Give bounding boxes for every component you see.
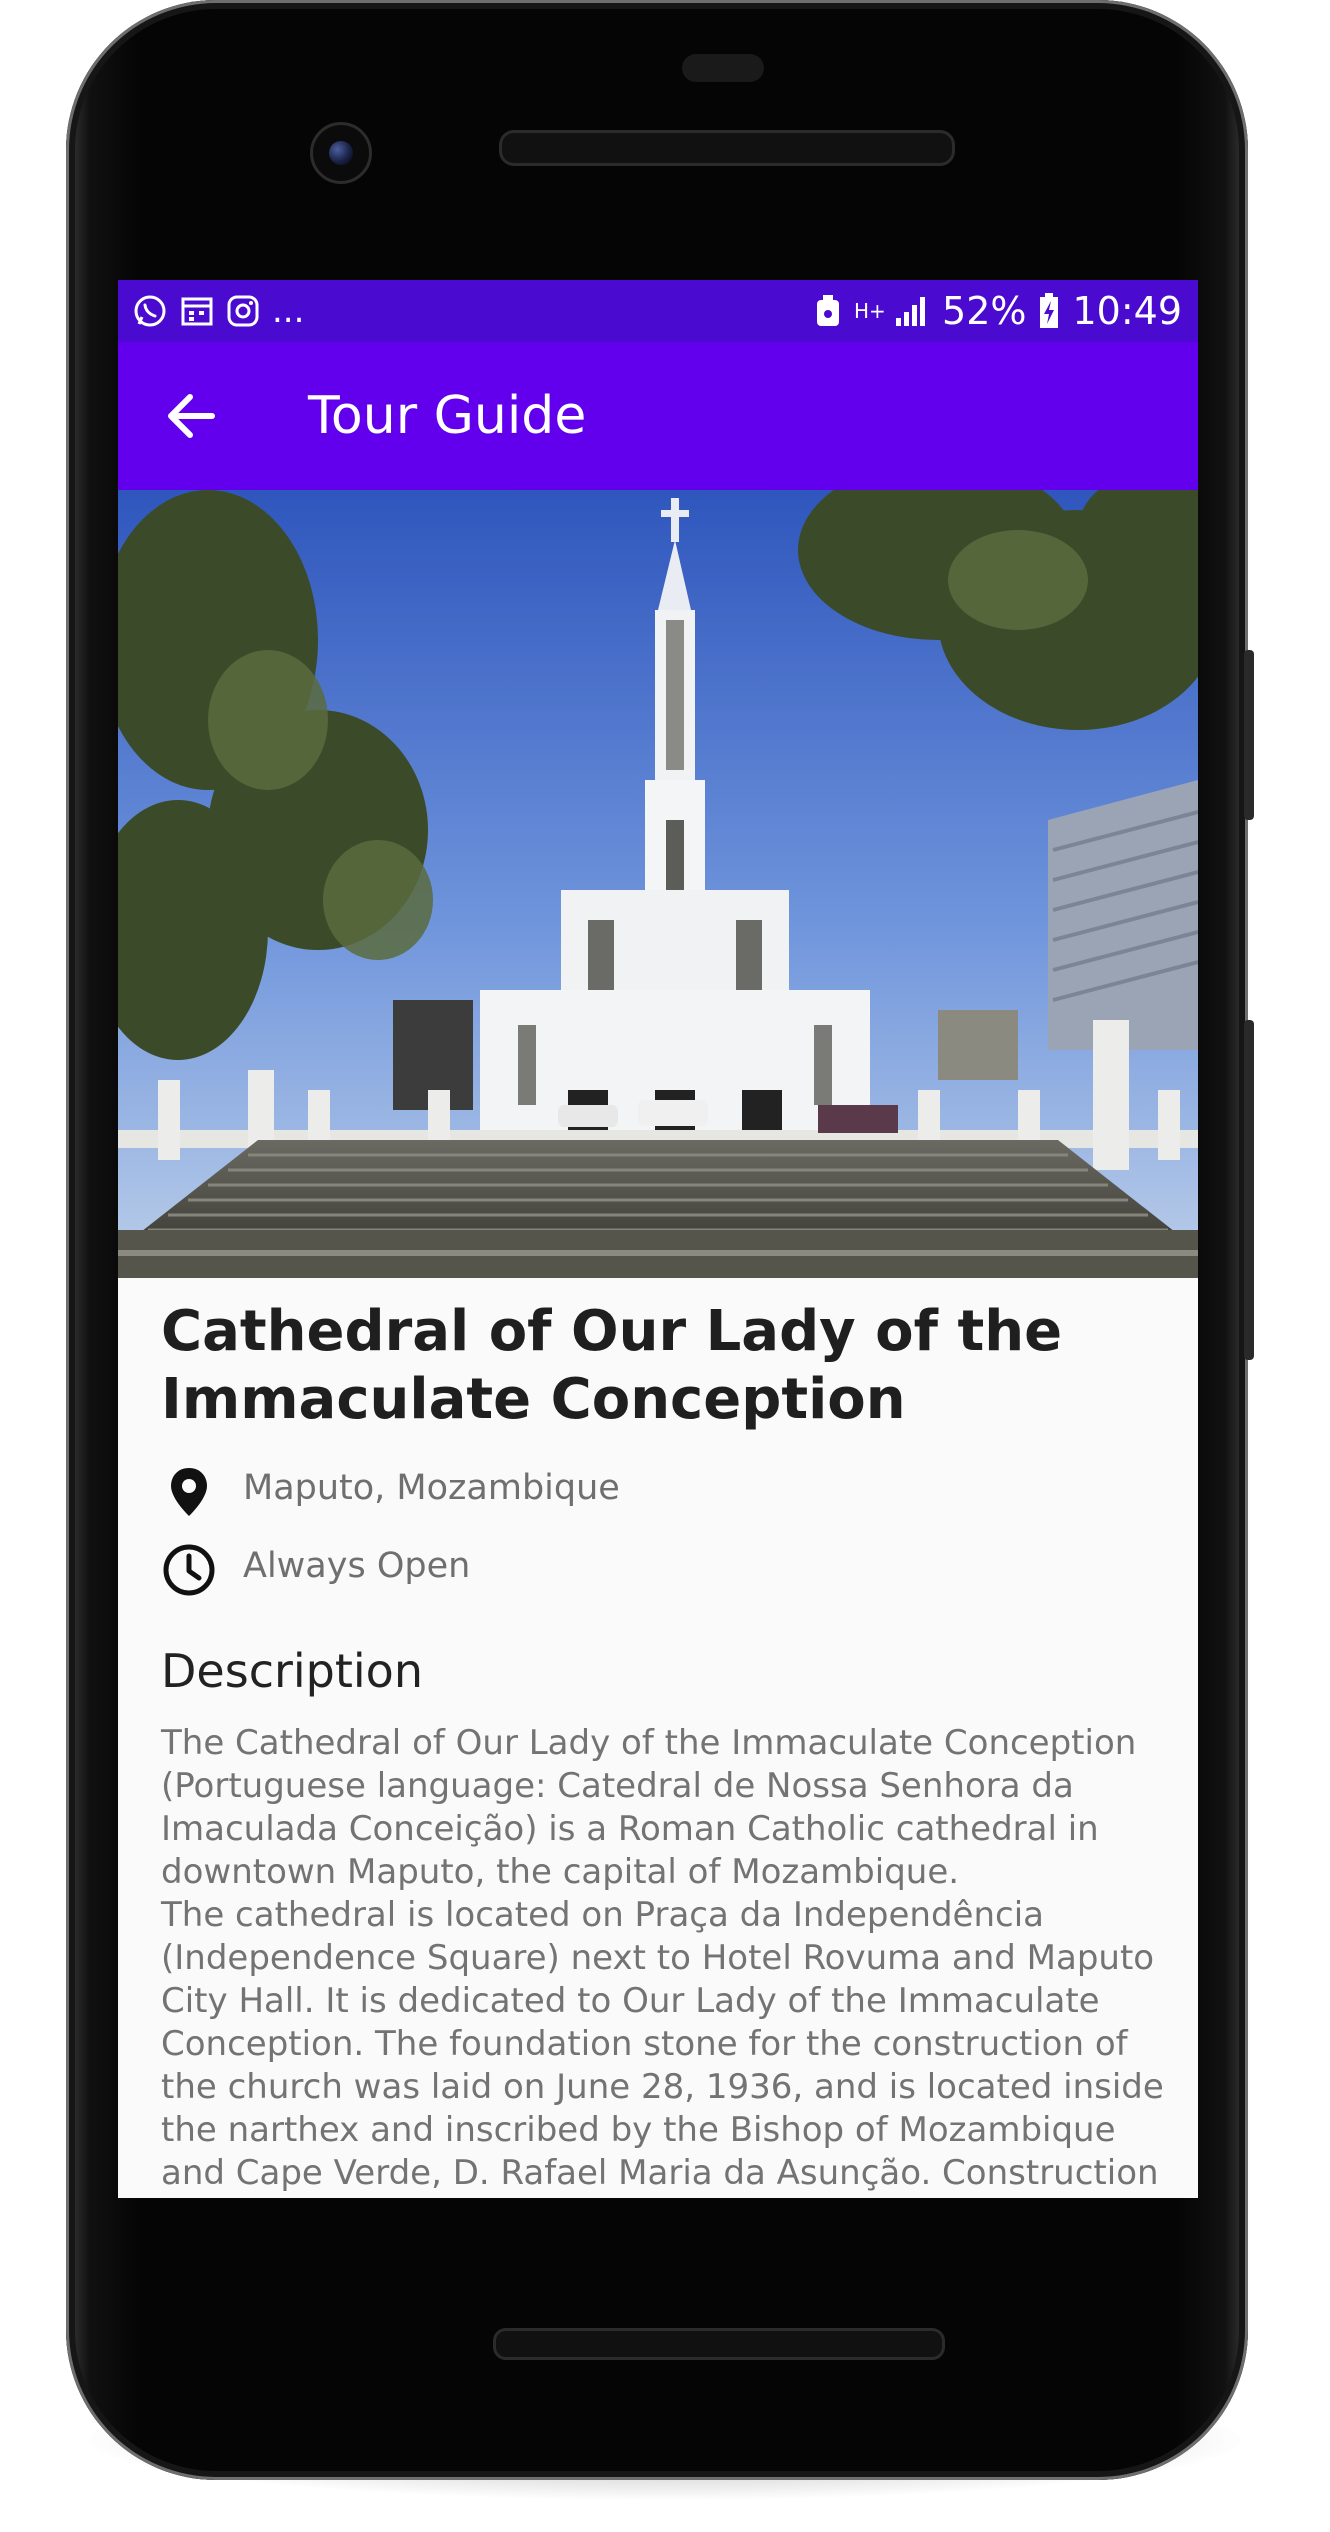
screen: ... H+ 52% 10:49 Tour Guide Cathedral of… [118, 280, 1198, 2198]
clock-icon [163, 1544, 215, 1596]
cathedral-photo [118, 490, 1198, 1278]
app-bar: Tour Guide [118, 342, 1198, 490]
description-heading: Description [161, 1644, 423, 1698]
signal-icon [896, 297, 926, 326]
app-title: Tour Guide [308, 386, 587, 446]
top-speaker [499, 130, 955, 166]
location-pin-icon [171, 1468, 207, 1516]
cathedral-image [118, 490, 1198, 1278]
system-status: H+ 52% 10:49 [814, 288, 1182, 334]
network-type: H+ [854, 299, 886, 323]
place-details: Cathedral of Our Lady of the Immaculate … [161, 1299, 1171, 2198]
description-text: The Cathedral of Our Lady of the Immacul… [161, 1723, 1164, 2198]
status-bar: ... H+ 52% 10:49 [118, 280, 1198, 342]
clock-time: 10:49 [1072, 289, 1182, 333]
hours-text: Always Open [243, 1546, 471, 1586]
location-row: Maputo, Mozambique [161, 1452, 1171, 1530]
arrow-back-icon [168, 394, 215, 438]
volume-button [1244, 650, 1254, 820]
power-button [1244, 1020, 1254, 1360]
earpiece [682, 54, 764, 82]
place-title: Cathedral of Our Lady of the Immaculate … [161, 1299, 1063, 1432]
more-notifications: ... [272, 291, 305, 331]
notification-icons: ... [132, 290, 304, 332]
instagram-icon [227, 295, 259, 327]
security-icon [817, 295, 840, 326]
front-camera [310, 122, 372, 184]
calendar-icon [181, 297, 213, 326]
battery-charging-icon [1040, 293, 1059, 328]
bottom-speaker [493, 2328, 945, 2360]
back-button[interactable] [160, 384, 224, 448]
hours-row: Always Open [161, 1530, 1171, 1608]
whatsapp-icon [134, 295, 166, 327]
battery-percent: 52% [942, 289, 1027, 333]
location-text: Maputo, Mozambique [243, 1468, 620, 1508]
